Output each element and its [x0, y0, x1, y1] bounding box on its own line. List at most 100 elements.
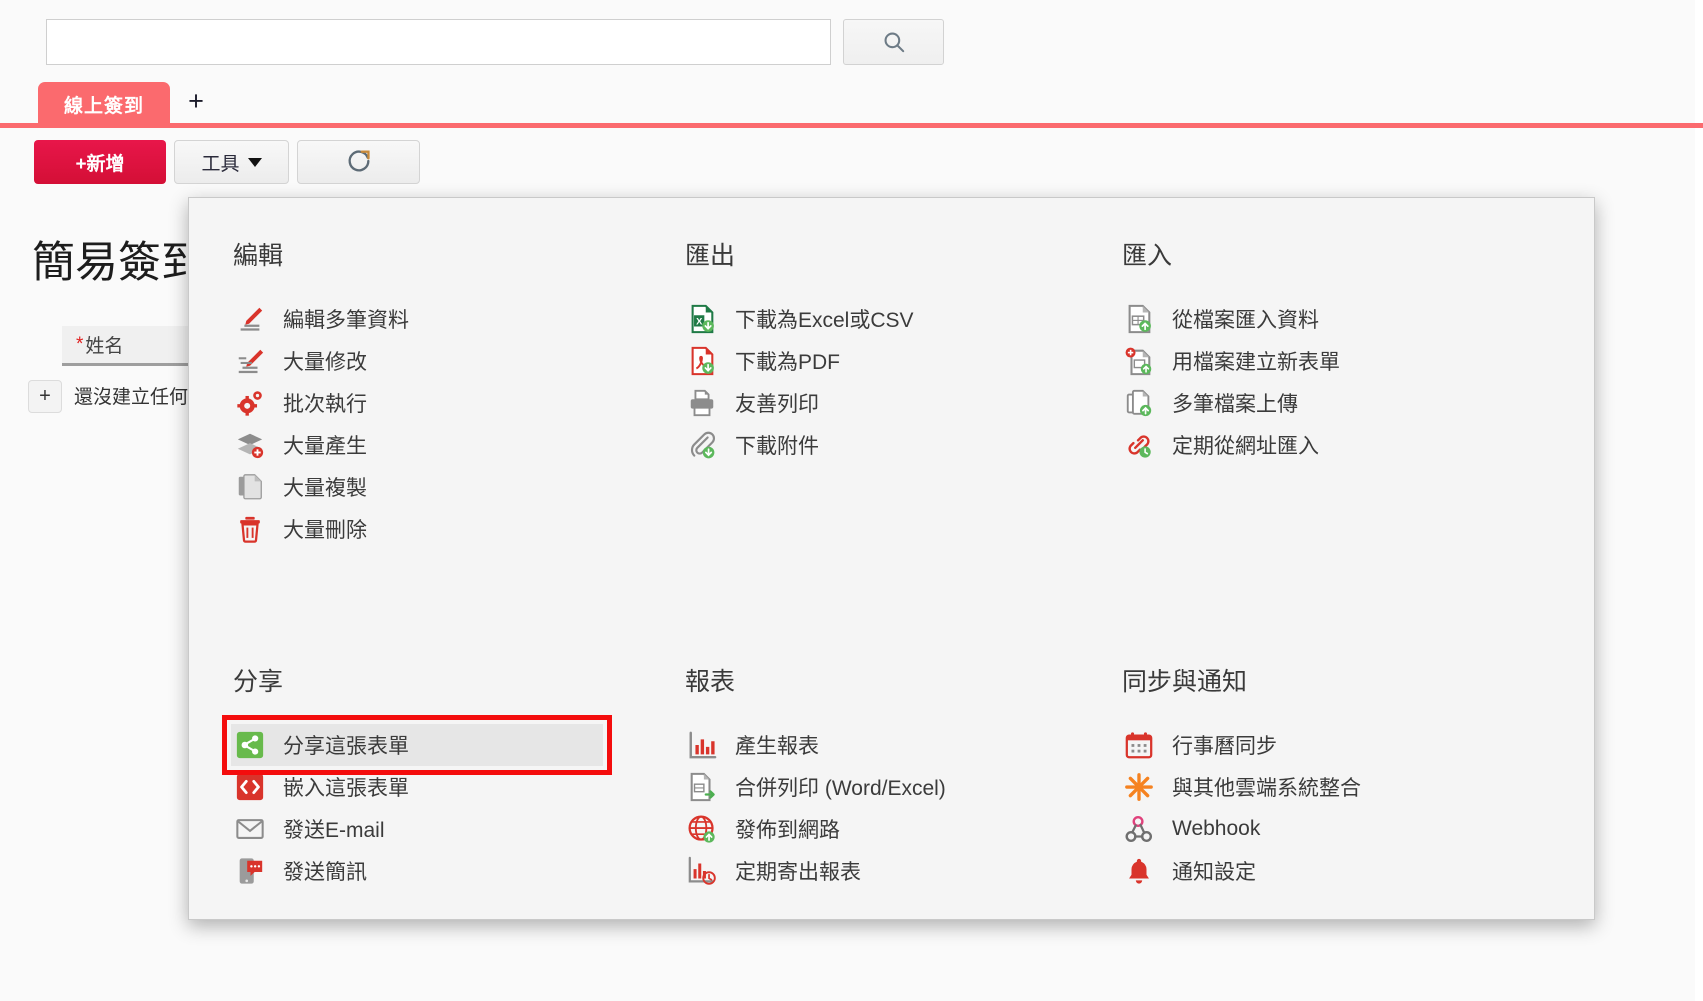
tools-dropdown-menu: 編輯 編輯多筆資料 大量修改 批次執行 大量產生 大量複製 大量刪除 匯出 X …	[188, 197, 1595, 920]
printer-icon	[685, 386, 719, 420]
menu-item-label: 大量產生	[283, 435, 367, 458]
menu-item-publish-to-web[interactable]: 發佈到網路	[683, 808, 1120, 850]
add-record-button[interactable]: +新增	[34, 140, 166, 184]
refresh-icon	[345, 147, 373, 178]
menu-item-label: 多筆檔案上傳	[1172, 393, 1298, 416]
menu-item-bulk-generate[interactable]: 大量產生	[231, 424, 683, 466]
pencil-lines-icon	[233, 302, 267, 336]
menu-item-scheduled-url-import[interactable]: 定期從網址匯入	[1120, 424, 1580, 466]
pdf-download-icon	[685, 344, 719, 378]
menu-item-edit-multiple[interactable]: 編輯多筆資料	[231, 298, 683, 340]
tab-underline	[0, 123, 1703, 128]
menu-item-calendar-sync[interactable]: 行事曆同步	[1120, 724, 1580, 766]
menu-item-label: 大量修改	[283, 351, 367, 374]
menu-item-label: 合併列印 (Word/Excel)	[735, 777, 946, 800]
menu-item-label: 發送E-mail	[283, 819, 385, 842]
menu-item-label: 友善列印	[735, 393, 819, 416]
tab-label: 線上簽到	[64, 96, 145, 117]
menu-item-batch-run[interactable]: 批次執行	[231, 382, 683, 424]
embed-code-icon	[233, 770, 267, 804]
required-asterisk: *	[76, 333, 84, 355]
menu-item-label: 下載為PDF	[735, 351, 840, 374]
menu-item-label: 編輯多筆資料	[283, 309, 409, 332]
menu-block-share: 分享 分享這張表單 嵌入這張表單 發送E-mail 發送簡訊	[222, 550, 683, 892]
menu-item-label: 大量刪除	[283, 519, 367, 542]
menu-item-notification-settings[interactable]: 通知設定	[1120, 850, 1580, 892]
menu-block-title: 同步與通知	[1122, 668, 1248, 696]
search-button[interactable]	[843, 19, 944, 65]
right-gutter	[1695, 0, 1703, 1001]
menu-item-label: 下載附件	[735, 435, 819, 458]
add-record-label: +新增	[75, 153, 125, 175]
menu-item-label: 發送簡訊	[283, 861, 367, 884]
menu-item-send-email[interactable]: 發送E-mail	[231, 808, 683, 850]
grid-column-label: 姓名	[85, 336, 124, 357]
menu-item-label: 行事曆同步	[1172, 735, 1277, 758]
menu-item-send-sms[interactable]: 發送簡訊	[231, 850, 683, 892]
menu-block-reports: 報表 產生報表 合併列印 (Word/Excel) 發佈到網路 定期寄出報表	[683, 550, 1120, 892]
paperclip-download-icon	[685, 428, 719, 462]
search-bar	[46, 19, 944, 65]
menu-item-bulk-delete[interactable]: 大量刪除	[231, 508, 683, 550]
menu-item-share-form[interactable]: 分享這張表單	[222, 715, 612, 775]
menu-item-generate-report[interactable]: 產生報表	[683, 724, 1120, 766]
tools-button[interactable]: 工具	[174, 140, 289, 184]
menu-item-bulk-edit[interactable]: 大量修改	[231, 340, 683, 382]
add-tab-label: +	[188, 86, 204, 116]
bell-icon	[1122, 854, 1156, 888]
trash-icon	[233, 512, 267, 546]
refresh-button[interactable]	[297, 140, 420, 184]
menu-item-scheduled-report-email[interactable]: 定期寄出報表	[683, 850, 1120, 892]
menu-item-download-pdf[interactable]: 下載為PDF	[683, 340, 1120, 382]
menu-item-import-from-file[interactable]: 從檔案匯入資料	[1120, 298, 1580, 340]
menu-item-label: Webhook	[1172, 817, 1261, 840]
menu-item-label: 大量複製	[283, 477, 367, 500]
share-icon	[233, 728, 267, 762]
menu-item-webhook[interactable]: Webhook	[1120, 808, 1580, 850]
menu-item-download-excel-csv[interactable]: X 下載為Excel或CSV	[683, 298, 1120, 340]
menu-item-multi-file-upload[interactable]: 多筆檔案上傳	[1120, 382, 1580, 424]
menu-item-label: 通知設定	[1172, 861, 1256, 884]
menu-item-bulk-copy[interactable]: 大量複製	[231, 466, 683, 508]
link-schedule-icon	[1122, 428, 1156, 462]
tools-menu-grid: 編輯 編輯多筆資料 大量修改 批次執行 大量產生 大量複製 大量刪除 匯出 X …	[189, 236, 1594, 892]
multi-file-upload-icon	[1122, 386, 1156, 420]
menu-block-title: 編輯	[233, 242, 284, 270]
menu-item-create-form-from-file[interactable]: 用檔案建立新表單	[1120, 340, 1580, 382]
chevron-down-icon	[247, 157, 262, 167]
webhook-icon	[1122, 812, 1156, 846]
pencil-bulk-icon	[233, 344, 267, 378]
add-tab-button[interactable]: +	[170, 82, 222, 127]
calendar-icon	[1122, 728, 1156, 762]
chart-schedule-icon	[685, 854, 719, 888]
layers-plus-icon	[233, 428, 267, 462]
menu-item-download-attachments[interactable]: 下載附件	[683, 424, 1120, 466]
excel-download-icon: X	[685, 302, 719, 336]
menu-block-title: 匯出	[685, 242, 736, 270]
gears-icon	[233, 386, 267, 420]
menu-item-label: 與其他雲端系統整合	[1172, 777, 1361, 800]
sms-icon	[233, 854, 267, 888]
search-input[interactable]	[46, 19, 831, 65]
menu-item-friendly-print[interactable]: 友善列印	[683, 382, 1120, 424]
menu-item-cloud-integration[interactable]: 與其他雲端系統整合	[1120, 766, 1580, 808]
menu-item-merge-print[interactable]: 合併列印 (Word/Excel)	[683, 766, 1120, 808]
tools-label: 工具	[201, 153, 240, 175]
row-add-button[interactable]: +	[28, 380, 62, 413]
menu-item-label: 產生報表	[735, 735, 819, 758]
bar-chart-icon	[685, 728, 719, 762]
menu-item-label: 下載為Excel或CSV	[735, 309, 914, 332]
toolbar: +新增 工具	[34, 140, 420, 184]
menu-item-embed-form[interactable]: 嵌入這張表單	[231, 766, 683, 808]
menu-item-label: 用檔案建立新表單	[1172, 351, 1340, 374]
envelope-icon	[233, 812, 267, 846]
tab-online-signin[interactable]: 線上簽到	[38, 82, 171, 127]
file-upload-icon	[1122, 302, 1156, 336]
search-icon	[881, 29, 907, 55]
menu-block-title: 報表	[685, 668, 736, 696]
menu-block-export: 匯出 X 下載為Excel或CSV 下載為PDF 友善列印 下載附件	[683, 236, 1120, 550]
menu-item-label: 發佈到網路	[735, 819, 840, 842]
menu-item-label: 分享這張表單	[283, 735, 409, 758]
menu-block-import: 匯入 從檔案匯入資料 用檔案建立新表單 多筆檔案上傳 定期從網址匯入	[1120, 236, 1580, 550]
file-merge-icon	[685, 770, 719, 804]
